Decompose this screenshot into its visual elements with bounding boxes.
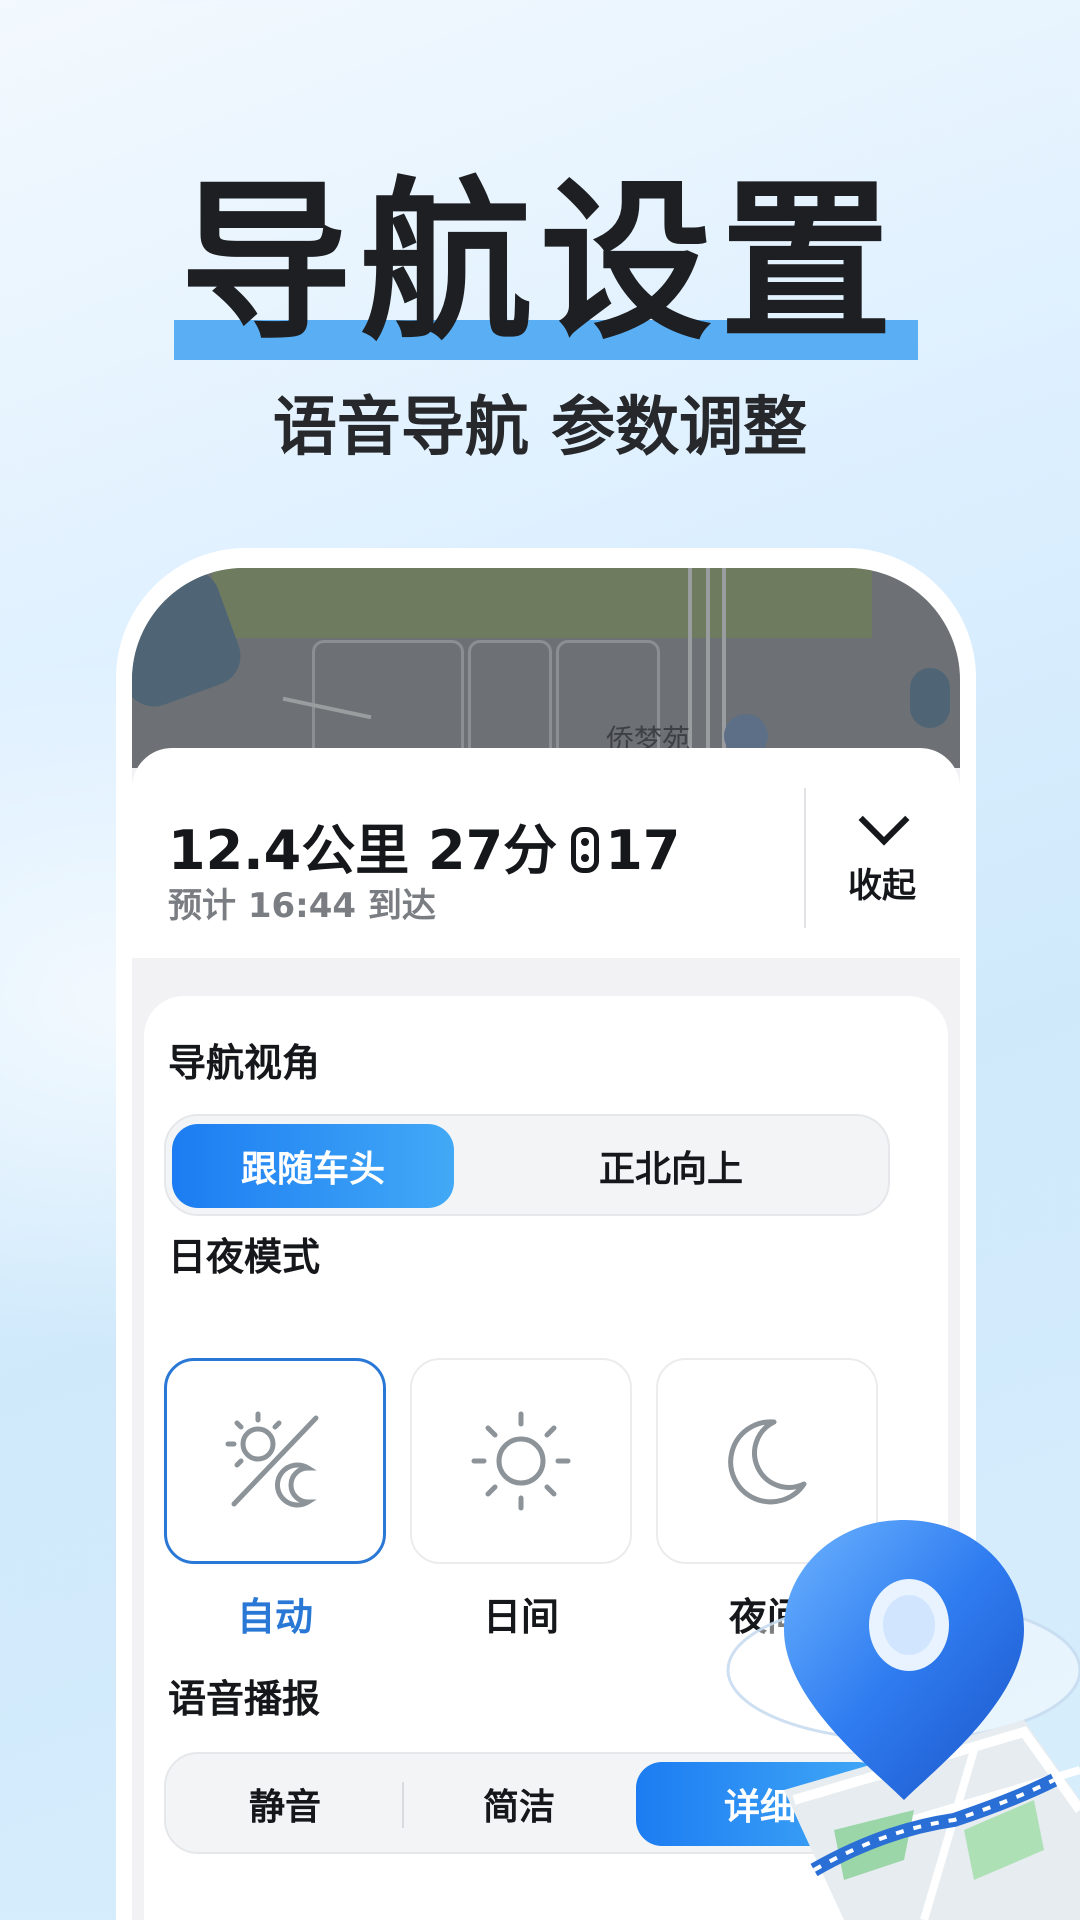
view-option-follow-heading[interactable]: 跟随车头	[172, 1124, 454, 1208]
day-night-option-day[interactable]	[410, 1358, 632, 1564]
trip-distance-time: 12.4公里 27分	[168, 819, 558, 882]
view-section-title: 导航视角	[168, 1041, 321, 1085]
voice-option-mute[interactable]: 静音	[172, 1762, 398, 1846]
day-night-section-title: 日夜模式	[168, 1235, 321, 1279]
day-night-option-auto[interactable]	[164, 1358, 386, 1564]
sun-icon	[471, 1411, 571, 1511]
traffic-light-count: 17	[605, 819, 681, 882]
day-night-label-auto: 自动	[236, 1595, 313, 1639]
chevron-down-icon	[858, 800, 906, 848]
location-pin-decoration-icon	[726, 1520, 1080, 1920]
view-option-north-up[interactable]: 正北向上	[458, 1124, 884, 1208]
headline-title: 导航设置	[180, 162, 900, 363]
trip-eta: 预计 16:44 到达	[168, 886, 436, 926]
view-segmented-control: 跟随车头 正北向上	[164, 1114, 890, 1216]
traffic-light-icon	[571, 827, 600, 873]
headline-subtitle: 语音导航 参数调整	[272, 391, 808, 465]
trip-info-panel: 12.4公里 27分 17 预计 16:44 到达 收起	[132, 748, 960, 958]
auto-day-night-icon	[225, 1411, 319, 1508]
collapse-label: 收起	[848, 866, 916, 906]
voice-option-concise[interactable]: 简洁	[406, 1762, 632, 1846]
segment-divider	[402, 1782, 404, 1828]
map-view[interactable]: 侨梦苑	[132, 568, 960, 770]
collapse-button[interactable]: 收起	[822, 800, 942, 907]
map-road	[706, 568, 710, 768]
map-park-area	[212, 568, 872, 638]
map-water-right	[910, 668, 950, 728]
voice-section-title: 语音播报	[168, 1677, 321, 1721]
vertical-divider	[804, 788, 806, 928]
trip-summary: 12.4公里 27分 17	[168, 806, 680, 885]
day-night-label-day: 日间	[482, 1595, 559, 1639]
